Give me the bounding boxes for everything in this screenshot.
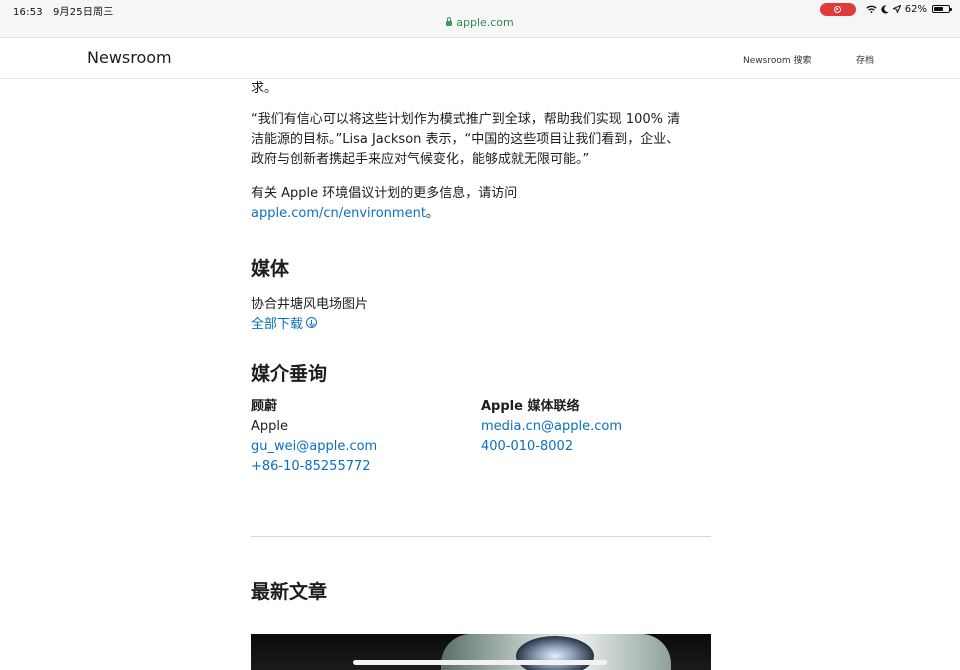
press-heading: 媒介垂询 [251,363,328,385]
latest-articles-heading: 最新文章 [251,581,328,603]
screen-recording-indicator[interactable] [819,2,856,16]
environment-link[interactable]: apple.com/cn/environment [251,206,426,221]
contact-1-name: 顾蔚 [251,399,278,414]
contact-2-name: Apple 媒体联络 [481,399,580,414]
address-bar[interactable]: apple.com [0,16,960,29]
download-all-link[interactable]: 全部下载 [251,317,303,332]
contact-card-2: Apple 媒体联络 media.cn@apple.com 400-010-80… [481,397,622,457]
more-info-paragraph: 有关 Apple 环境倡议计划的更多信息，请访问 apple.com/cn/en… [251,184,711,224]
contact-2-email-link[interactable]: media.cn@apple.com [481,419,622,434]
location-arrow-icon [892,5,901,13]
download-icon[interactable] [306,317,318,328]
media-heading: 媒体 [251,258,290,280]
home-indicator[interactable] [353,660,607,665]
contact-card-1: 顾蔚 Apple gu_wei@apple.com +86-10-8525577… [251,397,377,477]
contact-1-email-link[interactable]: gu_wei@apple.com [251,439,377,454]
download-line: 全部下载 [251,315,711,335]
archive-link[interactable]: 存档 [856,53,874,66]
article-content: 求。 “我们有信心可以将这些计划作为模式推广到全球，帮助我们实现 100% 清 … [251,79,711,487]
media-section: 协合井塘风电场图片 全部下载 [251,295,711,335]
more-info-end: 。 [425,206,439,221]
more-info-link-line: apple.com/cn/environment。 [251,204,711,224]
quote-paragraph: “我们有信心可以将这些计划作为模式推广到全球，帮助我们实现 100% 清 洁能源… [251,110,711,170]
address-domain: apple.com [456,16,514,29]
status-bar-right: 62% [819,2,952,16]
more-info-text: 有关 Apple 环境倡议计划的更多信息，请访问 [251,186,518,201]
record-icon [834,5,842,13]
quote-line-1: “我们有信心可以将这些计划作为模式推广到全球，帮助我们实现 100% 清 [251,112,681,127]
section-divider [251,536,711,537]
battery-level-fill [934,7,943,11]
contact-1-phone-link[interactable]: +86-10-85255772 [251,459,371,474]
contact-1-company: Apple [251,419,289,434]
media-item-label: 协合井塘风电场图片 [251,297,369,312]
newsroom-title-link[interactable]: Newsroom [87,48,172,67]
paragraph-tail: 求。 [251,81,278,96]
lock-icon [446,17,453,26]
newsroom-search-link[interactable]: Newsroom 搜索 [743,53,811,66]
browser-top-chrome: 16:53 9月25日周三 62% apple.com [0,0,960,38]
battery-icon [932,5,952,13]
contact-2-phone-link[interactable]: 400-010-8002 [481,439,573,454]
newsroom-nav: Newsroom Newsroom 搜索 存档 [0,38,960,79]
quote-line-3: 政府与创新者携起手来应对气候变化，能够成就无限可能。” [251,152,590,167]
quote-line-2: 洁能源的目标。”Lisa Jackson 表示，“中国的这些项目让我们看到，企业… [251,132,680,147]
press-contacts: 顾蔚 Apple gu_wei@apple.com +86-10-8525577… [251,397,711,487]
wifi-icon [866,5,877,13]
moon-icon [881,4,889,13]
battery-percent: 62% [904,3,927,15]
